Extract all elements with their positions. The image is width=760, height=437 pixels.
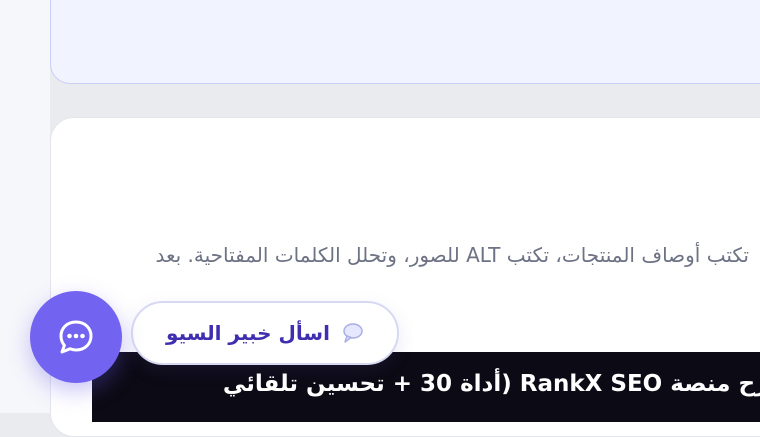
- video-title: شرح منصة RankX SEO (أداة 30 + تحسين تلقا…: [222, 371, 760, 397]
- ask-seo-expert-button[interactable]: اسأل خبير السيو: [131, 301, 399, 365]
- speech-bubble-icon: [343, 323, 363, 343]
- ask-seo-expert-label: اسأل خبير السيو: [166, 321, 330, 345]
- content-description: تكتب أوصاف المنتجات، تكتب ALT للصور، وتح…: [155, 243, 749, 267]
- top-info-card: [50, 0, 760, 84]
- chat-dots-icon: [59, 320, 93, 354]
- chat-widget-button[interactable]: [30, 291, 122, 383]
